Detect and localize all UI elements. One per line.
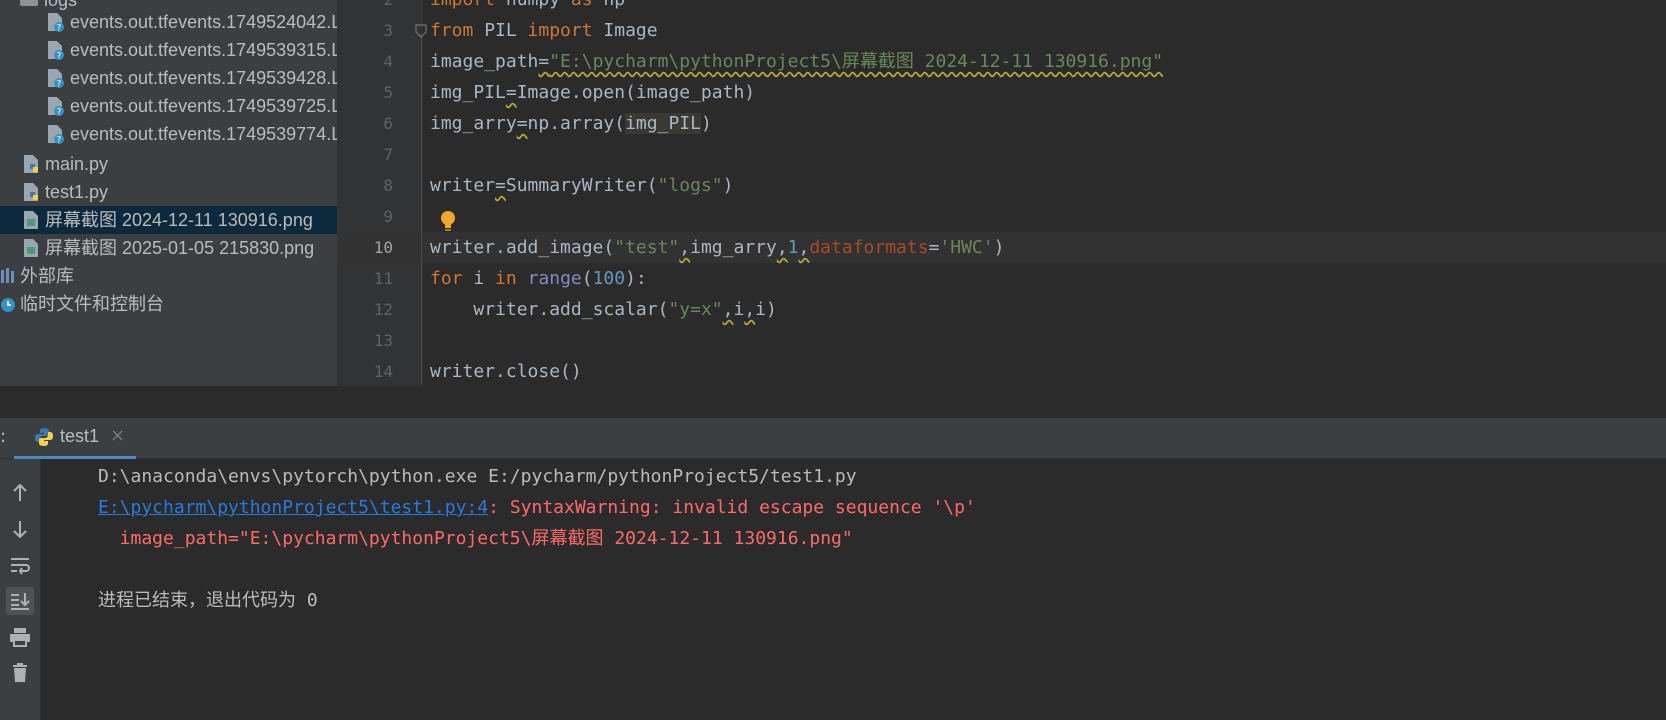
code-line-5: img_PIL=Image.open(image_path) [430, 82, 756, 103]
python-file-icon [24, 155, 38, 173]
run-console[interactable]: D:\anaconda\envs\pytorch\python.exe E:/p… [41, 459, 1666, 720]
tool-window-title: : [0, 426, 7, 447]
line-number: 14 [373, 362, 393, 381]
folder-icon [20, 0, 38, 6]
library-icon [1, 268, 14, 283]
scroll-up-button[interactable] [6, 479, 34, 507]
line-number: 4 [383, 52, 393, 71]
tree-item-scratches[interactable]: 临时文件和控制台 [0, 290, 337, 318]
unknown-file-icon: ? [48, 125, 64, 145]
arrow-up-icon [13, 483, 27, 501]
svg-text:?: ? [57, 80, 62, 89]
code-line-3: from PIL import Image [430, 20, 658, 41]
lightbulb-icon[interactable] [440, 210, 456, 234]
console-exit-message: 进程已结束，退出代码为 0 [98, 590, 318, 611]
line-number: 11 [373, 269, 393, 288]
print-button[interactable] [6, 623, 34, 651]
svg-text:?: ? [57, 136, 62, 145]
printer-icon [10, 628, 30, 647]
line-number: 3 [383, 21, 393, 40]
unknown-file-icon: ? [48, 41, 64, 61]
tree-item-screenshot-2025[interactable]: 屏幕截图 2025-01-05 215830.png [0, 234, 337, 262]
panel-splitter[interactable] [0, 386, 1666, 418]
line-number-current: 10 [373, 238, 393, 257]
tree-item-screenshot-2024[interactable]: 屏幕截图 2024-12-11 130916.png [0, 206, 337, 234]
scratch-clock-icon [1, 298, 15, 312]
tree-item-tfevents-3[interactable]: ? events.out.tfevents.1749539428.L [0, 64, 337, 92]
console-command-line: D:\anaconda\envs\pytorch\python.exe E:/p… [98, 466, 857, 487]
project-tree: logs ? events.out.tfevents.1749524042.L … [0, 0, 337, 418]
trash-icon [13, 663, 27, 682]
svg-text:?: ? [57, 52, 62, 61]
fold-marker-icon [415, 24, 427, 38]
fold-guide [421, 34, 422, 384]
tree-item-main-py[interactable]: main.py [0, 150, 337, 178]
soft-wrap-icon [11, 558, 30, 575]
code-line-12: writer.add_scalar("y=x",i,i) [473, 299, 777, 320]
code-line-11: for i in range(100): [430, 268, 647, 289]
source-file-link[interactable]: E:\pycharm\pythonProject5\test1.py:4 [98, 497, 488, 518]
tree-item-tfevents-5[interactable]: ? events.out.tfevents.1749539774.L [0, 120, 337, 148]
scroll-down-button[interactable] [6, 515, 34, 543]
tree-item-test1-py[interactable]: test1.py [0, 178, 337, 206]
image-file-icon [24, 239, 38, 257]
line-number: 9 [383, 207, 393, 226]
line-number: 12 [373, 300, 393, 319]
svg-text:?: ? [57, 24, 62, 33]
console-warning-source: image_path="E:\pycharm\pythonProject5\屏幕… [98, 528, 853, 549]
run-tool-window-header: : test1 × [0, 418, 1666, 459]
code-line-10: writer.add_image("test",img_arry,1,dataf… [430, 237, 1005, 258]
line-number: 13 [373, 331, 393, 350]
tree-item-tfevents-2[interactable]: ? events.out.tfevents.1749539315.L [0, 36, 337, 64]
scroll-to-end-button[interactable] [6, 587, 34, 615]
arrow-down-icon [13, 521, 27, 539]
line-number: 6 [383, 114, 393, 133]
image-file-icon [24, 211, 38, 229]
python-icon [35, 428, 53, 446]
close-tab-icon[interactable]: × [110, 425, 125, 446]
run-tab-test1[interactable]: test1 × [14, 418, 136, 459]
console-warning-line: E:\pycharm\pythonProject5\test1.py:4: Sy… [98, 497, 976, 518]
svg-text:?: ? [57, 108, 62, 117]
tree-item-external-libraries[interactable]: 外部库 [0, 262, 337, 290]
clear-all-button[interactable] [6, 659, 34, 687]
code-line-6: img_arry=np.array(img_PIL) [430, 113, 712, 134]
unknown-file-icon: ? [48, 13, 64, 33]
line-number: 7 [383, 145, 393, 164]
run-side-toolbar [0, 459, 41, 720]
code-line-14: writer.close() [430, 361, 582, 382]
tree-item-tfevents-4[interactable]: ? events.out.tfevents.1749539725.L [0, 92, 337, 120]
tree-item-tfevents-1[interactable]: ? events.out.tfevents.1749524042.L [0, 8, 337, 36]
python-file-icon [24, 183, 38, 201]
scroll-to-end-icon [11, 593, 30, 610]
unknown-file-icon: ? [48, 97, 64, 117]
code-line-8: writer=SummaryWriter("logs") [430, 175, 734, 196]
code-line-4: image_path="E:\pycharm\pythonProject5\屏幕… [430, 51, 1164, 72]
unknown-file-icon: ? [48, 69, 64, 89]
line-number: 5 [383, 83, 393, 102]
code-line-2: import numpy as np [430, 0, 625, 15]
soft-wrap-button[interactable] [6, 551, 34, 579]
line-number: 2 [337, 0, 393, 15]
line-number: 8 [383, 176, 393, 195]
